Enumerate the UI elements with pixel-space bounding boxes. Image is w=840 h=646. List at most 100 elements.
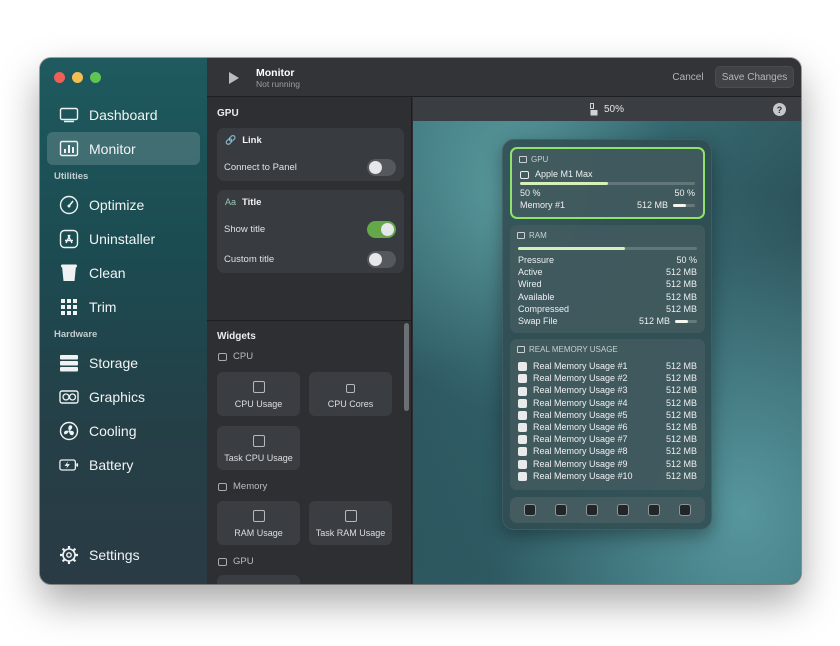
widget-group-memory: Memory — [218, 481, 267, 492]
checkbox[interactable] — [518, 459, 527, 469]
ram-icon — [517, 232, 525, 239]
widgets-list: Widgets CPU CPU Usage CPU Cores Task CPU… — [207, 321, 411, 584]
zoom-window-button[interactable] — [90, 72, 101, 83]
sidebar-item-label: Battery — [89, 456, 134, 473]
real-memory-value: 512 MB — [665, 361, 697, 372]
checkbox[interactable] — [518, 447, 527, 457]
sidebar-item-dashboard[interactable]: Dashboard — [47, 98, 200, 131]
link-card: 🔗 Link Connect to Panel — [217, 128, 404, 181]
sidebar-item-battery[interactable]: Battery — [47, 448, 200, 481]
sidebar-item-settings[interactable]: Settings — [47, 538, 200, 571]
checkbox[interactable] — [518, 410, 527, 420]
sidebar-item-clean[interactable]: Clean — [47, 256, 200, 289]
cancel-button[interactable]: Cancel — [667, 66, 709, 88]
checkbox[interactable] — [518, 386, 527, 396]
checkbox[interactable] — [518, 374, 527, 384]
checkbox[interactable] — [518, 362, 527, 372]
widget-tile-task-cpu-usage[interactable]: Task CPU Usage — [217, 426, 300, 470]
gauge-icon — [59, 195, 79, 215]
sidebar-item-label: Clean — [89, 264, 126, 281]
toolbar: Monitor Not running Cancel Save Changes — [207, 58, 801, 97]
swap-row: Swap File 512 MB — [510, 315, 705, 327]
gpu-usage-bar — [520, 182, 695, 186]
fan-icon — [59, 421, 79, 441]
widget-tile-task-ram-usage[interactable]: Task RAM Usage — [309, 501, 392, 545]
gpu-icon — [519, 156, 527, 163]
show-title-toggle[interactable] — [367, 220, 396, 238]
gpu-card-title: GPU — [531, 155, 549, 164]
gpu-icon — [59, 387, 79, 407]
app-store-icon — [59, 229, 79, 249]
sidebar-item-label: Storage — [89, 354, 139, 371]
swap-bar — [675, 319, 697, 323]
task-icon — [252, 435, 265, 447]
checkbox[interactable] — [518, 398, 527, 408]
ram-card-header: RAM — [510, 225, 705, 244]
sidebar-item-label: Trim — [89, 298, 117, 315]
storage-icon — [59, 353, 79, 373]
real-memory-row: Real Memory Usage #9 512 MB — [510, 458, 705, 470]
help-icon[interactable]: ? — [773, 103, 786, 116]
real-memory-card-title: REAL MEMORY USAGE — [529, 345, 618, 354]
play-icon[interactable] — [229, 72, 239, 84]
widget-tile-label: CPU Usage — [234, 399, 283, 409]
widget-group-label: GPU — [233, 556, 254, 567]
checkbox[interactable] — [518, 423, 527, 433]
terminal-icon[interactable] — [554, 504, 567, 516]
mail-icon[interactable] — [585, 504, 598, 516]
gpu-preview-card[interactable]: GPU Apple M1 Max 50 % 50 % Memory #1 512 M… — [510, 147, 705, 219]
real-memory-row: Real Memory Usage #5 512 MB — [510, 409, 705, 421]
ram-row: Active 512 MB — [510, 266, 705, 278]
gear-icon[interactable] — [679, 504, 692, 516]
real-memory-label: Real Memory Usage #10 — [533, 470, 633, 481]
real-memory-preview-card[interactable]: REAL MEMORY USAGE Real Memory Usage #1 51… — [510, 339, 705, 490]
show-title-label: Show title — [224, 223, 266, 235]
widget-tile-ram-usage[interactable]: RAM Usage — [217, 501, 300, 545]
ram-preview-card[interactable]: RAM Pressure 50 % Active 512 MB Wired 512 M… — [510, 225, 705, 333]
widget-tile-cpu-usage[interactable]: CPU Usage — [217, 372, 300, 416]
sidebar-item-trim[interactable]: Trim — [47, 290, 200, 323]
ram-row: Available 512 MB — [510, 291, 705, 303]
cpu-icon — [218, 352, 227, 361]
sidebar-item-storage[interactable]: Storage — [47, 346, 200, 379]
widget-tile-gpu[interactable] — [217, 575, 300, 584]
battery-icon — [59, 455, 79, 475]
sidebar-item-optimize[interactable]: Optimize — [47, 188, 200, 221]
app-window: Dashboard Monitor Utilities Optimize Uni… — [40, 58, 801, 584]
zoom-level[interactable]: 50% — [604, 104, 624, 115]
real-memory-row: Real Memory Usage #4 512 MB — [510, 397, 705, 409]
config-section-title: GPU — [217, 108, 239, 119]
gpu-memory-fill — [673, 203, 687, 207]
widget-tile-cpu-cores[interactable]: CPU Cores — [309, 372, 392, 416]
widget-group-label: Memory — [233, 481, 268, 492]
close-window-button[interactable] — [54, 72, 65, 83]
save-changes-button[interactable]: Save Changes — [715, 66, 794, 88]
scrollbar[interactable] — [404, 323, 409, 411]
widgets-title: Widgets — [217, 331, 256, 342]
lock-icon[interactable] — [648, 504, 661, 516]
title-card-title: Title — [242, 196, 262, 208]
connect-panel-row: Connect to Panel — [217, 152, 404, 182]
sidebar-item-cooling[interactable]: Cooling — [47, 414, 200, 447]
sidebar-item-monitor[interactable]: Monitor — [47, 132, 200, 165]
console-icon[interactable] — [617, 504, 630, 516]
memory-icon — [218, 482, 227, 491]
bolt-icon[interactable] — [523, 504, 536, 516]
sidebar-item-graphics[interactable]: Graphics — [47, 380, 200, 413]
sidebar-item-uninstaller[interactable]: Uninstaller — [47, 222, 200, 255]
chart-bars-icon — [59, 139, 79, 159]
sidebar-item-label: Cooling — [89, 422, 137, 439]
custom-title-toggle[interactable] — [367, 250, 396, 268]
real-memory-rows: Real Memory Usage #1 512 MB Real Memory Us… — [510, 360, 705, 482]
checkbox[interactable] — [518, 471, 527, 481]
custom-title-label: Custom title — [224, 253, 275, 265]
sidebar-item-label: Uninstaller — [89, 230, 156, 247]
real-memory-value: 512 MB — [665, 434, 697, 445]
ram-row-label: Wired — [518, 279, 542, 290]
zoom-icon[interactable] — [589, 103, 598, 116]
real-memory-label: Real Memory Usage #5 — [533, 409, 628, 420]
minimize-window-button[interactable] — [72, 72, 83, 83]
checkbox[interactable] — [518, 435, 527, 445]
real-memory-value: 512 MB — [665, 446, 697, 457]
connect-panel-toggle[interactable] — [367, 158, 396, 176]
